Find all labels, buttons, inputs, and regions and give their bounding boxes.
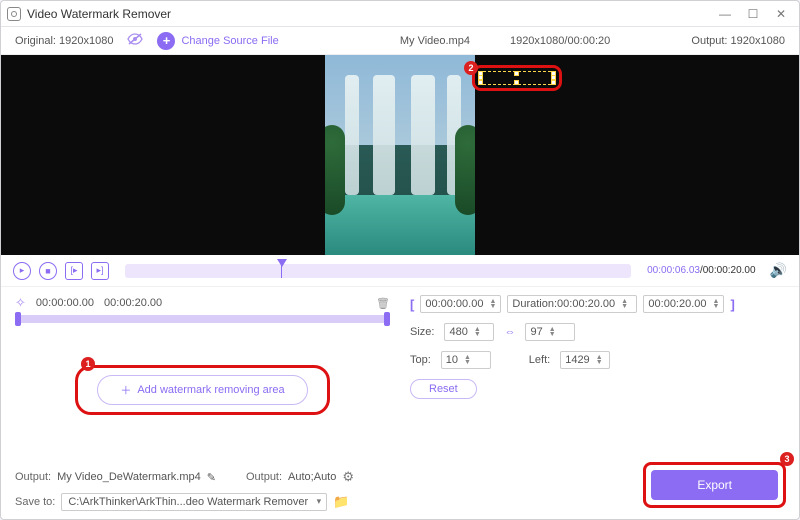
video-preview[interactable]: 2 xyxy=(1,55,799,255)
annotation-ring-3: Export xyxy=(643,462,786,508)
reset-button[interactable]: Reset xyxy=(410,379,477,399)
original-value: 1920x1080 xyxy=(59,35,113,47)
segment-start: 00:00:00.00 xyxy=(36,297,94,309)
range-start-bracket-icon[interactable]: [ xyxy=(410,297,414,312)
step-forward-button[interactable]: ▸] xyxy=(91,262,109,280)
watermark-selection-box[interactable] xyxy=(472,65,562,91)
change-source-plus-icon[interactable]: + xyxy=(157,32,175,50)
delete-segment-icon[interactable]: 🗑 xyxy=(376,297,390,310)
app-logo-icon xyxy=(7,7,21,21)
left-label: Left: xyxy=(529,354,550,366)
add-watermark-area-button[interactable]: ＋ Add watermark removing area xyxy=(97,375,307,405)
minimize-button[interactable]: — xyxy=(717,6,733,22)
volume-icon[interactable]: 🔊 xyxy=(770,262,787,279)
open-folder-icon[interactable]: 📁 xyxy=(333,494,349,510)
play-button[interactable]: ▸ xyxy=(13,262,31,280)
size-height-input[interactable]: 97▲▼ xyxy=(525,323,575,341)
current-filename: My Video.mp4 xyxy=(400,35,470,47)
current-time: 00:00:06.03 xyxy=(647,265,700,276)
maximize-button[interactable]: ☐ xyxy=(745,6,761,22)
rename-output-icon[interactable]: ✎ xyxy=(207,471,216,484)
export-button[interactable]: Export xyxy=(651,470,778,500)
video-frame xyxy=(325,55,475,255)
total-duration: /00:00:20.00 xyxy=(700,265,756,276)
output-file-label: Output: xyxy=(15,471,51,483)
step-back-button[interactable]: [▸ xyxy=(65,262,83,280)
timeline-track[interactable] xyxy=(125,264,631,278)
range-end-input[interactable]: 00:00:20.00▲▼ xyxy=(643,295,724,313)
range-end-bracket-icon[interactable]: ] xyxy=(730,297,734,312)
plus-icon: ＋ xyxy=(120,382,131,398)
segment-end: 00:00:20.00 xyxy=(104,297,162,309)
output-format-value: Auto;Auto xyxy=(288,471,336,483)
magic-wand-icon[interactable]: ✧ xyxy=(15,295,26,311)
segment-range-slider[interactable] xyxy=(15,315,390,323)
timecode-display: 00:00:06.03/00:00:20.00 xyxy=(647,265,755,276)
add-area-label: Add watermark removing area xyxy=(137,384,284,396)
playhead-icon[interactable] xyxy=(277,259,287,267)
save-path-select[interactable]: C:\ArkThinker\ArkThin...deo Watermark Re… xyxy=(61,493,327,511)
title-bar: Video Watermark Remover — ☐ ✕ xyxy=(1,1,799,27)
close-button[interactable]: ✕ xyxy=(773,6,789,22)
output-res-label: Output: xyxy=(691,35,727,47)
output-rows: Output: My Video_DeWatermark.mp4 ✎ Outpu… xyxy=(15,469,390,511)
annotation-badge-2: 2 xyxy=(464,61,478,75)
range-duration-input[interactable]: Duration:00:00:20.00▲▼ xyxy=(507,295,637,313)
segment-handle-right[interactable] xyxy=(384,312,390,326)
annotation-badge-1: 1 xyxy=(81,357,95,371)
aspect-lock-icon[interactable]: ⇔ xyxy=(504,326,515,338)
stop-button[interactable]: ■ xyxy=(39,262,57,280)
original-label: Original: xyxy=(15,35,56,47)
pos-top-input[interactable]: 10▲▼ xyxy=(441,351,491,369)
size-label: Size: xyxy=(410,326,434,338)
dimensions-and-duration: 1920x1080/00:00:20 xyxy=(510,35,610,47)
pos-left-input[interactable]: 1429▲▼ xyxy=(560,351,610,369)
visibility-toggle-icon[interactable] xyxy=(127,33,143,48)
window-controls: — ☐ ✕ xyxy=(717,6,793,22)
save-to-label: Save to: xyxy=(15,496,55,508)
output-file-value: My Video_DeWatermark.mp4 xyxy=(57,471,201,483)
output-settings-icon[interactable]: ⚙ xyxy=(342,469,354,485)
annotation-badge-3: 3 xyxy=(780,452,794,466)
segments-column: ✧ 00:00:00.00 00:00:20.00 🗑 1 ＋ Add wate… xyxy=(15,295,390,511)
segment-handle-left[interactable] xyxy=(15,312,21,326)
playback-bar: ▸ ■ [▸ ▸] 00:00:06.03/00:00:20.00 🔊 xyxy=(1,255,799,287)
info-bar: Original: 1920x1080 + Change Source File… xyxy=(1,27,799,55)
add-area-row: 1 ＋ Add watermark removing area xyxy=(15,375,390,405)
output-res-value: 1920x1080 xyxy=(731,35,785,47)
app-window: Video Watermark Remover — ☐ ✕ Original: … xyxy=(0,0,800,520)
range-start-input[interactable]: 00:00:00.00▲▼ xyxy=(420,295,501,313)
change-source-link[interactable]: Change Source File xyxy=(181,35,278,47)
output-format-label: Output: xyxy=(246,471,282,483)
save-path-value: C:\ArkThinker\ArkThin...deo Watermark Re… xyxy=(68,496,308,508)
export-area: 3 Export xyxy=(643,462,786,508)
top-label: Top: xyxy=(410,354,431,366)
size-width-input[interactable]: 480▲▼ xyxy=(444,323,494,341)
app-title: Video Watermark Remover xyxy=(27,7,171,21)
